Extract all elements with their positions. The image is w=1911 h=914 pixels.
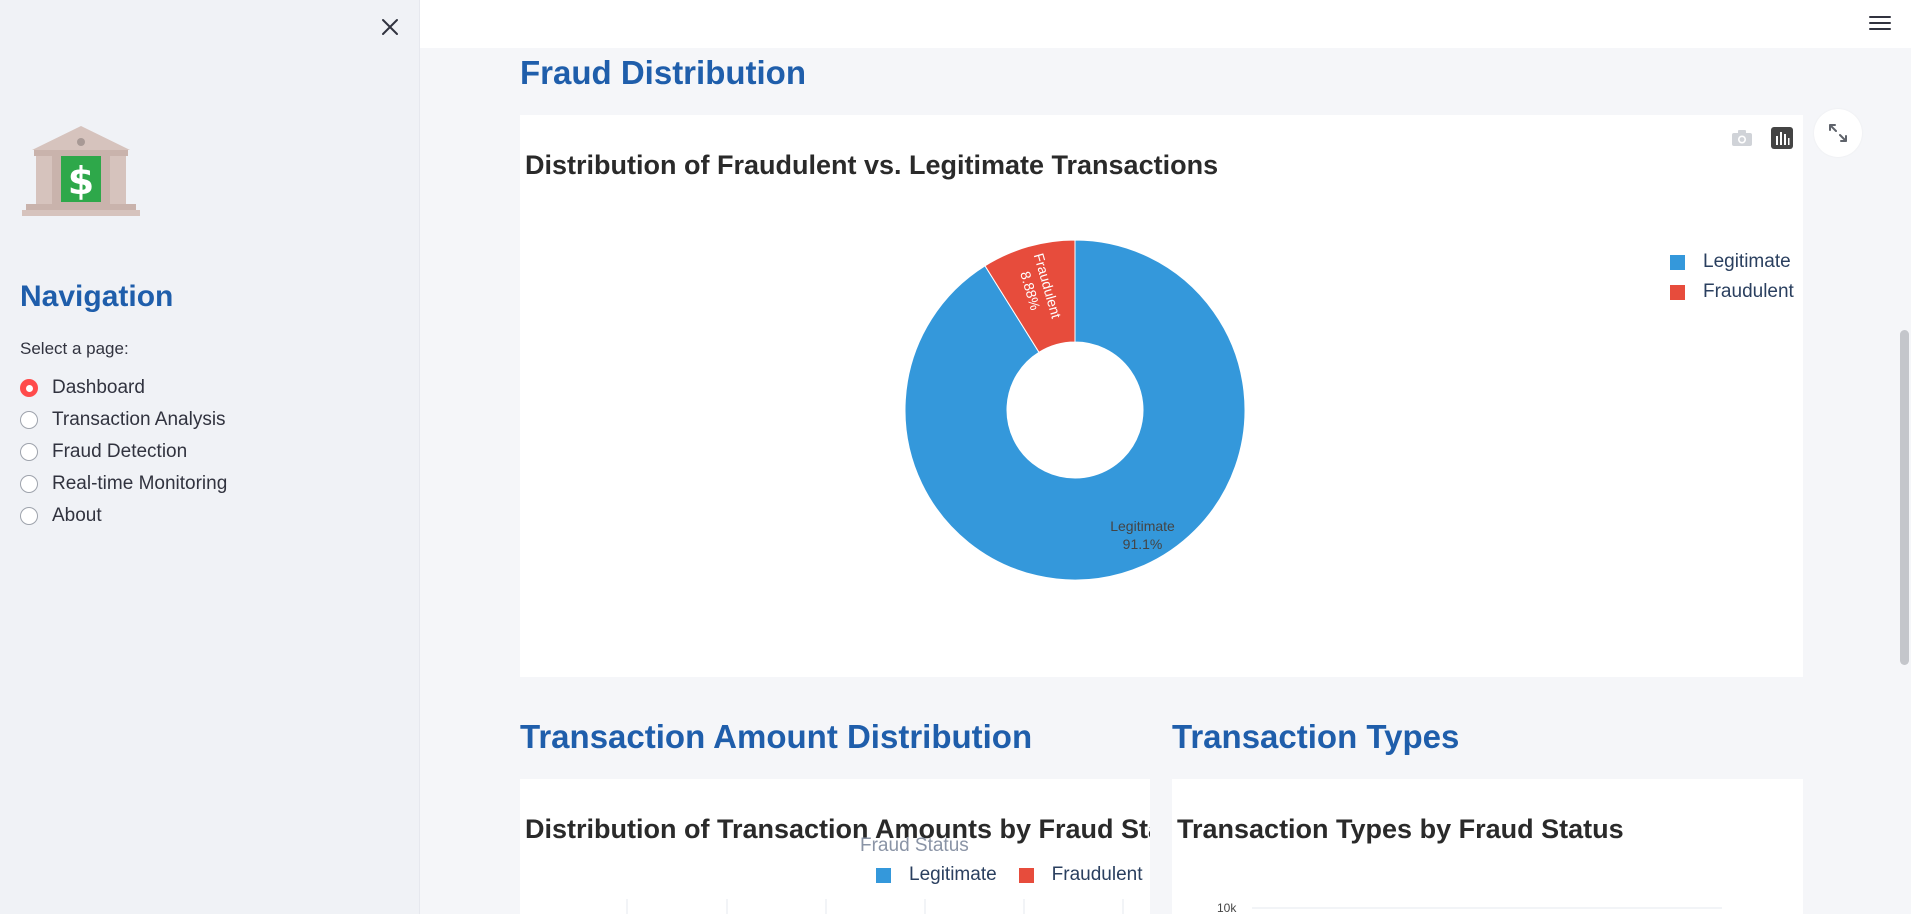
transaction-types-heading: Transaction Types — [1172, 718, 1460, 755]
radio-unselected-icon — [20, 411, 38, 429]
radio-option-about[interactable]: About — [20, 500, 227, 532]
close-sidebar-button[interactable] — [375, 12, 405, 42]
radio-label: Fraud Detection — [52, 441, 188, 462]
fullscreen-button[interactable] — [1814, 109, 1862, 157]
legend-swatch-legitimate — [1670, 254, 1685, 270]
fraud-distribution-heading: Fraud Distribution — [520, 54, 806, 91]
legend-item-fraudulent[interactable]: Fraudulent — [1670, 277, 1794, 307]
download-png-button[interactable] — [1730, 126, 1754, 150]
legend-label: Legitimate — [909, 864, 997, 885]
histogram-legend: Legitimate Fraudulent — [876, 860, 1143, 890]
main-scrollbar-thumb[interactable] — [1900, 330, 1909, 665]
plotly-logo-icon — [1771, 127, 1793, 149]
main-menu-button[interactable] — [1867, 12, 1893, 34]
radio-option-transaction-analysis[interactable]: Transaction Analysis — [20, 404, 227, 436]
radio-option-real-time-monitoring[interactable]: Real-time Monitoring — [20, 468, 227, 500]
legend-label: Legitimate — [1703, 251, 1791, 272]
legend-title: Fraud Status — [860, 835, 969, 856]
radio-option-dashboard[interactable]: Dashboard — [20, 372, 227, 404]
legend-label: Fraudulent — [1051, 864, 1143, 885]
legend-item-legitimate[interactable]: Legitimate — [1670, 247, 1794, 277]
radio-option-fraud-detection[interactable]: Fraud Detection — [20, 436, 227, 468]
histogram-gridlines — [626, 899, 1124, 914]
expand-icon — [1829, 124, 1847, 142]
amount-distribution-heading: Transaction Amount Distribution — [520, 718, 1033, 755]
radio-label: Transaction Analysis — [52, 409, 226, 430]
slice-percent-label: 91.1% — [1123, 536, 1163, 552]
radio-unselected-icon — [20, 443, 38, 461]
radio-label: Dashboard — [52, 377, 145, 398]
radio-unselected-icon — [20, 507, 38, 525]
legend-swatch-fraudulent — [1670, 284, 1685, 300]
camera-icon — [1732, 130, 1752, 146]
chart-title: Transaction Types by Fraud Status — [1177, 814, 1624, 844]
chart-modebar — [1730, 126, 1794, 150]
plotly-logo-button[interactable] — [1770, 126, 1794, 150]
svg-text:$: $ — [68, 159, 94, 203]
top-header — [420, 0, 1911, 48]
hamburger-menu-icon — [1869, 16, 1891, 30]
transaction-types-card: Transaction Types by Fraud Status 10k — [1172, 779, 1803, 914]
radio-label: Real-time Monitoring — [52, 473, 228, 494]
radio-selected-icon — [20, 379, 38, 397]
legend-label: Fraudulent — [1703, 281, 1794, 302]
page-radio-group: Dashboard Transaction Analysis Fraud Det… — [20, 372, 227, 532]
legend-item-fraudulent[interactable]: Fraudulent — [1018, 860, 1143, 890]
y-gridline — [1252, 907, 1722, 909]
chart-title: Distribution of Transaction Amounts by F… — [525, 814, 1150, 844]
bank-icon: $ — [22, 126, 140, 216]
fraud-pie-chart-card: Distribution of Fraudulent vs. Legitimat… — [520, 115, 1803, 677]
legend-swatch-legitimate — [876, 867, 891, 883]
navigation-title: Navigation — [20, 280, 174, 313]
legend-swatch-fraudulent — [1018, 867, 1034, 883]
close-icon — [382, 19, 398, 35]
amount-histogram-card: Distribution of Transaction Amounts by F… — [520, 779, 1150, 914]
bank-logo: $ — [22, 124, 140, 220]
y-axis-tick-label: 10k — [1217, 901, 1237, 914]
radio-label: About — [52, 505, 102, 526]
slice-name-label: Legitimate — [1110, 518, 1175, 534]
page-select-label: Select a page: — [20, 339, 129, 358]
radio-unselected-icon — [20, 475, 38, 493]
donut-chart: Legitimate91.1%Fraudulent8.88% — [904, 239, 1246, 581]
legend-item-legitimate[interactable]: Legitimate — [876, 860, 997, 890]
sidebar: $ Navigation Select a page: Dashboard Tr… — [0, 0, 420, 914]
pie-legend: Legitimate Fraudulent — [1670, 247, 1794, 307]
